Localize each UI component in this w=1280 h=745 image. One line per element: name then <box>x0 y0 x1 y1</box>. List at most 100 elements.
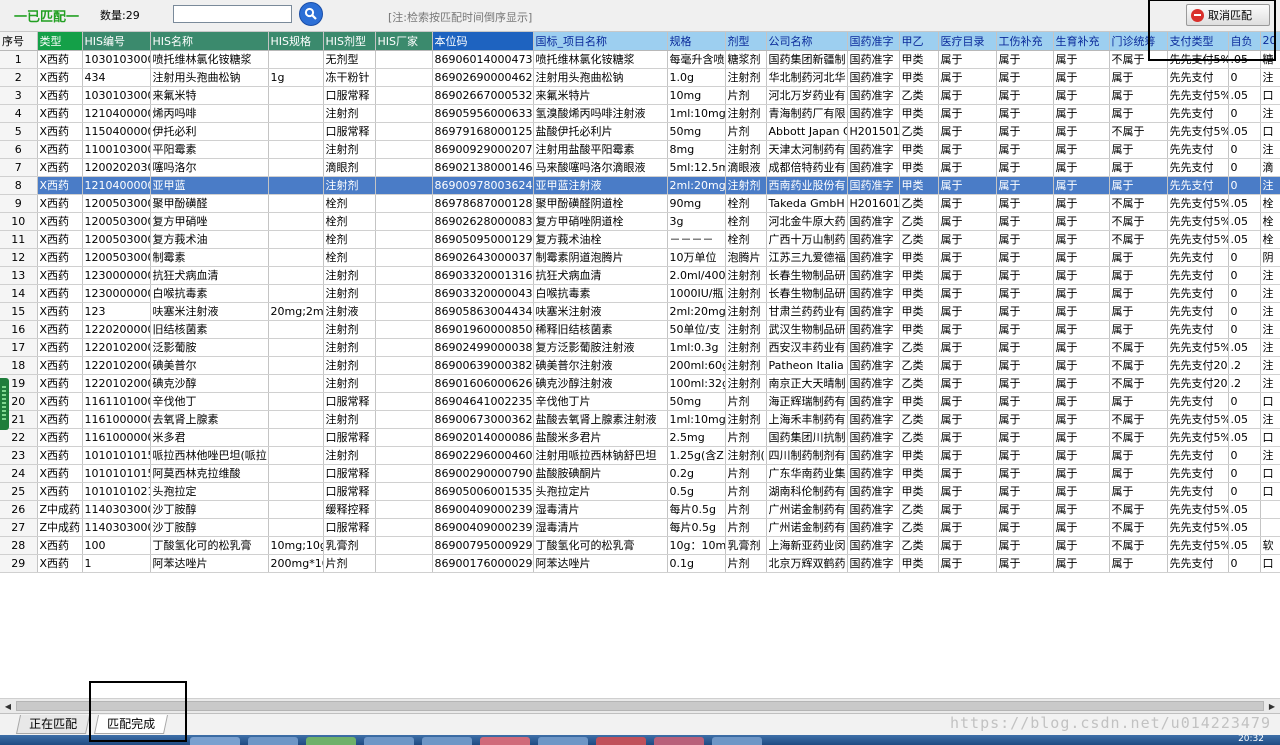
table-cell[interactable] <box>375 410 433 429</box>
table-cell[interactable]: 属于 <box>996 248 1054 267</box>
table-cell[interactable]: 头孢拉定 <box>150 482 269 501</box>
table-cell[interactable]: 0.2g <box>667 464 726 483</box>
table-cell[interactable]: 甘肃兰药药业有 <box>766 302 848 321</box>
table-cell[interactable] <box>375 338 433 357</box>
table-cell[interactable]: 属于 <box>938 230 997 249</box>
table-cell[interactable]: 10101010212 <box>82 482 151 501</box>
table-cell[interactable]: X西药 <box>37 68 83 87</box>
table-cell[interactable]: 甲类 <box>899 50 939 69</box>
table-cell[interactable]: 注射剂 <box>323 140 376 159</box>
table-cell[interactable]: .2 <box>1228 374 1261 393</box>
table-cell[interactable]: 86902138000146 <box>432 158 534 177</box>
table-cell[interactable]: 86904641002235 <box>432 392 534 411</box>
table-row[interactable]: 11X西药12005030000复方莪术油 栓剂 86905095000129复方莪… <box>0 230 1280 249</box>
side-panel-handle[interactable] <box>0 378 9 430</box>
table-cell[interactable]: 甲类 <box>899 176 939 195</box>
table-cell[interactable]: 先先支付20% <box>1167 374 1229 393</box>
table-cell[interactable]: 注射剂 <box>725 320 767 339</box>
table-cell[interactable]: 国药准字 <box>847 158 900 177</box>
table-cell[interactable]: 属于 <box>938 536 997 555</box>
table-cell[interactable]: 注射剂 <box>725 68 767 87</box>
table-cell[interactable]: 注 <box>1260 302 1280 321</box>
table-cell[interactable] <box>375 230 433 249</box>
scroll-right-icon[interactable]: ▶ <box>1265 700 1279 713</box>
table-cell[interactable]: 制霉素阴道泡腾片 <box>533 248 668 267</box>
table-cell[interactable]: Z中成药 <box>37 518 83 537</box>
table-cell[interactable]: 氢溴酸烯丙吗啡注射液 <box>533 104 668 123</box>
table-cell[interactable]: 不属于 <box>1109 536 1168 555</box>
table-cell[interactable]: 不属于 <box>1109 212 1168 231</box>
table-cell[interactable]: 栓剂 <box>323 230 376 249</box>
table-cell[interactable]: 属于 <box>938 248 997 267</box>
table-cell[interactable]: 注 <box>1260 104 1280 123</box>
table-cell[interactable]: 17 <box>0 338 38 357</box>
table-cell[interactable]: 先先支付5% <box>1167 230 1229 249</box>
table-cell[interactable]: 栓剂 <box>725 230 767 249</box>
table-cell[interactable] <box>268 320 324 339</box>
table-cell[interactable]: 50mg <box>667 122 726 141</box>
table-cell[interactable] <box>268 284 324 303</box>
table-cell[interactable] <box>268 86 324 105</box>
table-cell[interactable]: 26 <box>0 500 38 519</box>
table-cell[interactable]: 泡腾片 <box>725 248 767 267</box>
table-cell[interactable]: 属于 <box>1109 464 1168 483</box>
table-cell[interactable]: 属于 <box>1053 428 1110 447</box>
table-cell[interactable]: 湿毒清片 <box>533 518 668 537</box>
column-header[interactable]: 工伤补充 <box>996 32 1054 51</box>
table-cell[interactable]: 0 <box>1228 248 1261 267</box>
table-cell[interactable]: 先先支付 <box>1167 104 1229 123</box>
table-cell[interactable]: 乙类 <box>899 194 939 213</box>
table-cell[interactable]: 4 <box>0 104 38 123</box>
table-cell[interactable]: 86903320000043 <box>432 284 534 303</box>
table-cell[interactable] <box>268 446 324 465</box>
table-cell[interactable]: 86900176000029 <box>432 554 534 573</box>
table-cell[interactable]: 属于 <box>1053 230 1110 249</box>
table-row[interactable]: 17X西药12201020000泛影葡胺 注射剂 86902499000038复方泛… <box>0 338 1280 357</box>
table-cell[interactable]: 注射剂 <box>725 410 767 429</box>
table-cell[interactable]: 国药准字 <box>847 392 900 411</box>
table-cell[interactable]: 缓释控释 <box>323 500 376 519</box>
table-cell[interactable]: 属于 <box>1053 518 1110 537</box>
taskbar-app[interactable] <box>654 737 704 745</box>
column-header[interactable]: 公司名称 <box>766 32 848 51</box>
table-cell[interactable]: 不属于 <box>1109 50 1168 69</box>
table-cell[interactable]: 先先支付5% <box>1167 194 1229 213</box>
table-cell[interactable]: 青海制药厂有限 <box>766 104 848 123</box>
table-cell[interactable]: X西药 <box>37 248 83 267</box>
table-cell[interactable]: 12005030000 <box>82 212 151 231</box>
table-cell[interactable]: 1 <box>0 50 38 69</box>
table-cell[interactable]: 86900639000382 <box>432 356 534 375</box>
table-cell[interactable]: 10101010150 <box>82 446 151 465</box>
table-cell[interactable]: 广西十万山制药 <box>766 230 848 249</box>
table-cell[interactable]: 河北万岁药业有 <box>766 86 848 105</box>
table-cell[interactable]: 属于 <box>996 230 1054 249</box>
table-cell[interactable]: 1.25g(含Z <box>667 446 726 465</box>
table-cell[interactable]: 注射剂 <box>725 104 767 123</box>
table-cell[interactable]: X西药 <box>37 266 83 285</box>
table-cell[interactable] <box>375 446 433 465</box>
table-cell[interactable]: 属于 <box>1053 284 1110 303</box>
table-cell[interactable]: 86905863004434 <box>432 302 534 321</box>
table-cell[interactable]: 注 <box>1260 140 1280 159</box>
table-cell[interactable]: 湖南科伦制药有 <box>766 482 848 501</box>
table-cell[interactable]: 软 <box>1260 536 1280 555</box>
table-cell[interactable]: 2.5mg <box>667 428 726 447</box>
table-cell[interactable]: 国药准字 <box>847 518 900 537</box>
table-cell[interactable]: .05 <box>1228 194 1261 213</box>
table-cell[interactable]: 属于 <box>938 482 997 501</box>
table-cell[interactable]: 不属于 <box>1109 374 1168 393</box>
table-cell[interactable]: 注射剂 <box>725 338 767 357</box>
table-cell[interactable]: 属于 <box>938 338 997 357</box>
table-cell[interactable]: 国药准字 <box>847 338 900 357</box>
table-cell[interactable]: 2ml:20mg <box>667 302 726 321</box>
table-cell[interactable]: X西药 <box>37 446 83 465</box>
table-cell[interactable]: 湿毒清片 <box>533 500 668 519</box>
table-cell[interactable]: 20mg;2ml <box>268 302 324 321</box>
table-cell[interactable]: 马来酸噻吗洛尔滴眼液 <box>533 158 668 177</box>
table-cell[interactable]: X西药 <box>37 194 83 213</box>
table-cell[interactable]: 属于 <box>1109 248 1168 267</box>
table-cell[interactable]: 属于 <box>996 446 1054 465</box>
table-cell[interactable]: .05 <box>1228 230 1261 249</box>
table-cell[interactable]: 属于 <box>1109 104 1168 123</box>
table-cell[interactable]: 10mg <box>667 86 726 105</box>
